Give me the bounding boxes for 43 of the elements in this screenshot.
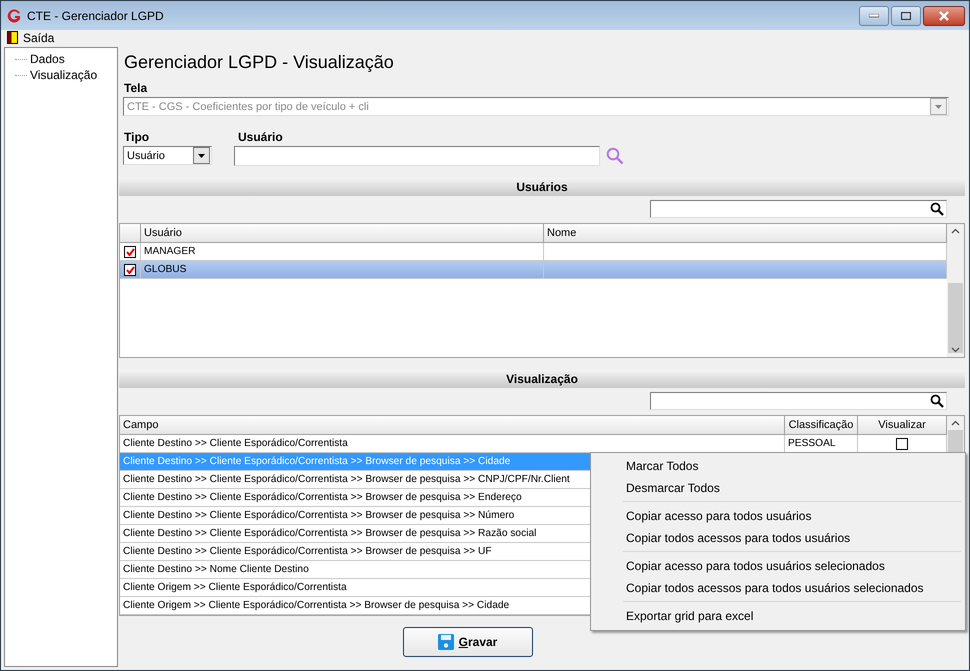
user-input-field[interactable] (234, 146, 600, 166)
field-label: Tipo (124, 130, 150, 144)
maximize-button[interactable] (891, 6, 921, 26)
table-row[interactable]: GLOBUS (120, 261, 947, 279)
minimize-button[interactable] (859, 6, 889, 26)
section-header: Usuários (119, 178, 965, 196)
field-label: Usuário (238, 130, 284, 144)
save-button[interactable]: Gravar (402, 627, 532, 657)
window-title: CTE - Gerenciador LGPD (27, 8, 164, 22)
checkbox[interactable] (896, 438, 908, 450)
dropdown-arrow-icon (935, 104, 942, 108)
checkbox[interactable] (124, 246, 136, 258)
checkbox[interactable] (124, 264, 136, 276)
menu-item[interactable]: Saída (23, 30, 54, 44)
page-heading: Gerenciador LGPD - Visualização (123, 51, 395, 73)
field-label: Tela (124, 81, 148, 95)
table-cell: PESSOAL (788, 438, 836, 449)
search-field[interactable] (650, 200, 947, 218)
app-logo-icon (6, 8, 22, 24)
close-icon (938, 10, 950, 20)
close-button[interactable] (923, 6, 965, 26)
column-header[interactable]: Classificação (785, 416, 858, 434)
search-icon (930, 394, 944, 408)
scrollbar[interactable] (947, 224, 964, 357)
chevron-up-icon[interactable] (951, 420, 960, 426)
maximize-icon (901, 12, 911, 20)
type-dropdown[interactable]: Usuário (123, 146, 212, 165)
section-header: Visualização (119, 370, 965, 388)
chevron-down-icon[interactable] (951, 347, 960, 353)
search-icon[interactable] (606, 147, 624, 165)
scrollbar-thumb[interactable] (948, 283, 963, 353)
column-header[interactable]: Usuário (141, 224, 544, 242)
search-icon (930, 202, 944, 216)
exit-door-icon (7, 31, 18, 44)
chevron-up-icon[interactable] (951, 228, 960, 234)
tree-item[interactable]: Dados (29, 52, 66, 66)
table-cell: GLOBUS (144, 264, 186, 275)
dropdown-arrow-icon (198, 154, 205, 158)
tree-item[interactable]: Visualização (29, 68, 98, 82)
minimize-icon (869, 14, 879, 18)
column-header[interactable]: Campo (120, 416, 785, 434)
table-cell: MANAGER (144, 246, 196, 257)
search-field[interactable] (650, 392, 947, 410)
